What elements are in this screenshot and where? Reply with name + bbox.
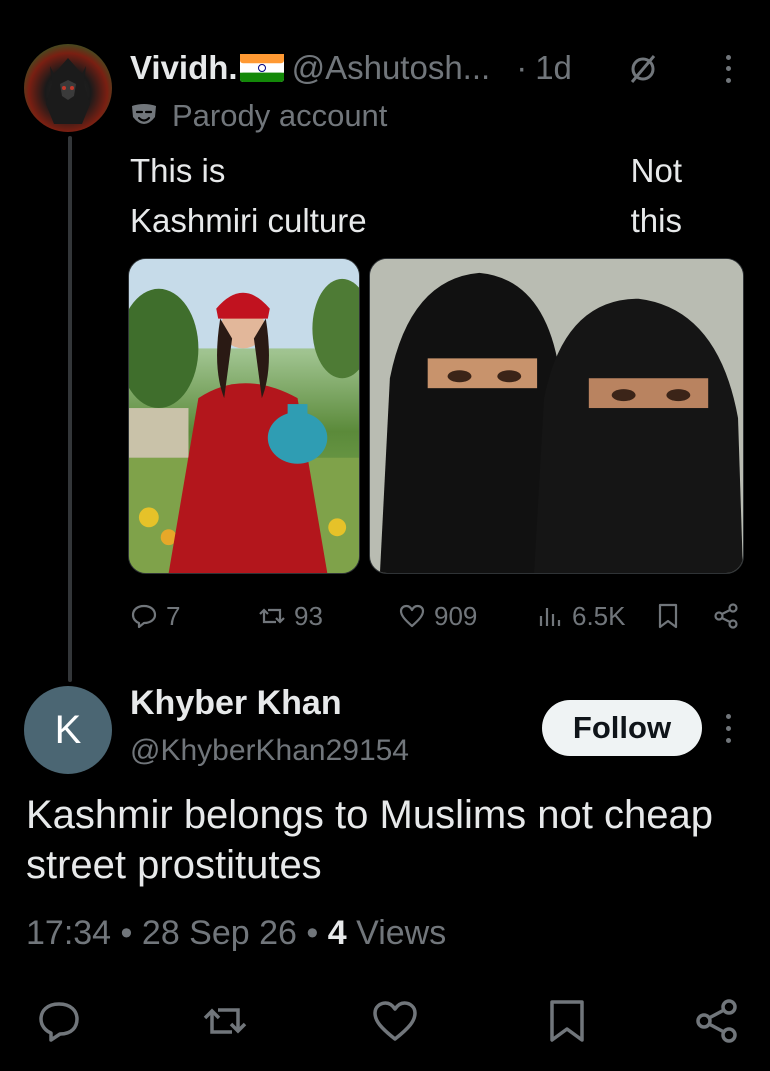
reply-tweet-actions [0, 996, 770, 1050]
meta-separator: • [120, 914, 133, 952]
tweet-text-line: this [630, 202, 682, 239]
share-button[interactable] [692, 996, 742, 1046]
reply-tweet-text: Kashmir belongs to Muslims not cheap str… [26, 793, 713, 887]
tweet-text-right: Not this [612, 146, 682, 246]
more-options-icon[interactable] [718, 710, 738, 746]
bookmark-button[interactable] [654, 596, 690, 636]
media-image-left[interactable] [128, 258, 360, 574]
separator-dot: · [516, 49, 528, 86]
reply-author-display-name[interactable]: Khyber Khan [130, 684, 342, 723]
tweet-meta: 17:34 • 28 Sep 26 • 4 Views [26, 914, 446, 953]
theater-mask-icon [132, 104, 156, 124]
like-button[interactable]: 909 [398, 596, 477, 636]
analytics-icon [539, 608, 561, 626]
reply-author-handle[interactable]: @KhyberKhan29154 [130, 734, 409, 768]
more-options-icon[interactable] [716, 52, 740, 86]
views-number: 4 [327, 914, 347, 952]
reply-author-avatar[interactable]: K [24, 686, 112, 774]
reply-count: 7 [166, 600, 181, 631]
tweet-thread-view: Vividh. @Ashutosh... · 1d Parody account… [0, 0, 770, 1071]
bookmark-icon [550, 1000, 584, 1042]
parody-account-text: Parody account [172, 98, 388, 133]
heart-icon [373, 1001, 417, 1041]
repost-button[interactable] [200, 996, 250, 1046]
author-display-name[interactable]: Vividh. [130, 49, 238, 87]
repost-button[interactable]: 93 [258, 596, 323, 636]
views-label: Views [356, 914, 447, 952]
tweet-timestamp[interactable]: 1d [535, 49, 572, 87]
tweet-date[interactable]: 28 Sep 26 [142, 914, 297, 952]
grok-icon[interactable] [626, 52, 660, 86]
parent-tweet-actions: 7 93 909 6.5K [130, 596, 745, 636]
share-button[interactable] [712, 596, 748, 636]
bookmark-icon [658, 603, 678, 629]
repost-count: 93 [294, 600, 323, 631]
share-icon [696, 999, 737, 1043]
share-icon [714, 603, 738, 629]
repost-icon [203, 1008, 247, 1034]
parent-tweet-header: Vividh. @Ashutosh... · 1d [130, 46, 740, 90]
reply-button[interactable]: 7 [130, 596, 180, 636]
repost-icon [259, 608, 285, 624]
avatar-letter: K [54, 707, 82, 752]
author-avatar[interactable] [24, 44, 112, 132]
like-count: 909 [434, 600, 478, 631]
author-handle[interactable]: @Ashutosh... [292, 49, 491, 87]
meta-separator: • [306, 914, 319, 952]
tweet-text-line: Kashmiri culture [130, 202, 367, 239]
reply-icon [131, 604, 157, 629]
tweet-text-line: Not [630, 152, 682, 189]
parody-label: Parody account [130, 96, 387, 136]
india-flag-icon [239, 54, 284, 82]
views-button[interactable]: 6.5K [536, 596, 626, 636]
follow-button[interactable]: Follow [542, 700, 702, 756]
tweet-time[interactable]: 17:34 [26, 914, 111, 952]
tweet-text-line: This is [130, 152, 226, 189]
bookmark-button[interactable] [542, 996, 592, 1046]
reply-button[interactable] [34, 996, 84, 1046]
heart-icon [399, 604, 425, 628]
thread-connector-line [68, 136, 72, 682]
reply-icon [39, 1002, 79, 1042]
tweet-text-left: This is Kashmiri culture [130, 146, 367, 246]
like-button[interactable] [370, 996, 420, 1046]
views-count: 6.5K [572, 600, 626, 631]
media-image-right[interactable] [369, 258, 744, 574]
